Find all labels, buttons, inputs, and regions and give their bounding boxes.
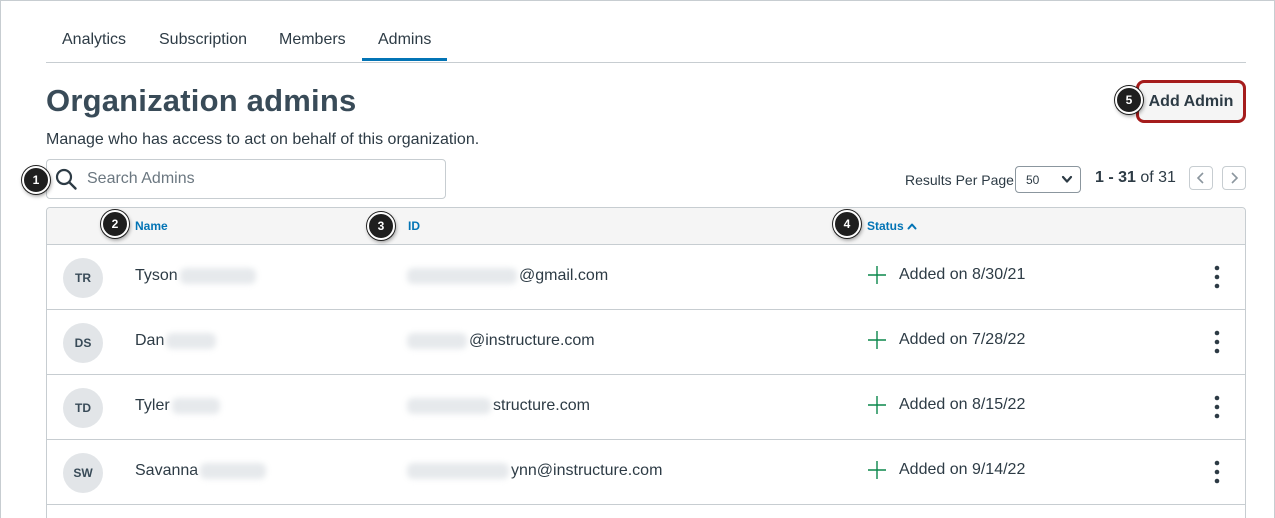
tab-members[interactable]: Members <box>279 31 346 49</box>
active-tab-indicator <box>362 58 447 61</box>
admin-name: Dan <box>135 332 217 350</box>
avatar: TD <box>63 388 103 428</box>
redacted-text <box>171 398 220 414</box>
next-page-button[interactable] <box>1222 166 1246 190</box>
admin-status: Added on 8/15/22 <box>867 395 1025 415</box>
previous-page-button[interactable] <box>1189 166 1213 190</box>
plus-icon <box>868 461 886 479</box>
admins-table: Name ID Status TR Tyson @gmail.com Added… <box>46 207 1246 518</box>
admin-name: Tyson <box>135 267 256 285</box>
kebab-icon <box>1214 460 1220 484</box>
tab-admins[interactable]: Admins <box>378 31 431 49</box>
search-field[interactable] <box>46 159 446 199</box>
add-admin-button[interactable]: Add Admin <box>1136 80 1246 123</box>
kebab-icon <box>1214 330 1220 354</box>
column-header-status[interactable]: Status <box>867 219 917 233</box>
plus-icon <box>868 331 886 349</box>
row-options-button[interactable] <box>1205 393 1229 421</box>
column-header-name[interactable]: Name <box>135 219 168 233</box>
admin-name: Savanna <box>135 462 267 480</box>
callout-marker: 2 <box>101 210 129 238</box>
tab-analytics[interactable]: Analytics <box>62 31 126 49</box>
admin-name: Tyler <box>135 397 220 415</box>
callout-marker: 4 <box>833 210 861 238</box>
callout-marker: 3 <box>367 212 395 240</box>
redacted-text <box>407 333 467 349</box>
avatar: TR <box>63 258 103 298</box>
plus-icon <box>868 396 886 414</box>
admin-id: @gmail.com <box>407 267 608 285</box>
redacted-text <box>179 268 256 284</box>
admin-id: structure.com <box>407 397 590 415</box>
row-options-button[interactable] <box>1205 263 1229 291</box>
admin-status: Added on 8/30/21 <box>867 265 1025 285</box>
tab-bar: Analytics Subscription Members Admins <box>46 0 1246 63</box>
plus-icon <box>868 266 886 284</box>
results-per-page-select[interactable]: 50 <box>1015 166 1081 193</box>
tab-subscription[interactable]: Subscription <box>159 31 247 49</box>
table-row: DS Dan @instructure.com Added on 7/28/22 <box>47 310 1245 375</box>
search-icon <box>55 168 77 190</box>
avatar: SW <box>63 453 103 493</box>
table-row: TR Tyson @gmail.com Added on 8/30/21 <box>47 245 1245 310</box>
chevron-up-icon <box>907 223 917 230</box>
results-range: 1 - 31 of 31 <box>1095 169 1176 186</box>
table-header: Name ID Status <box>47 208 1245 245</box>
page-title: Organization admins <box>46 83 357 118</box>
page-subtitle: Manage who has access to act on behalf o… <box>46 131 480 148</box>
column-header-id[interactable]: ID <box>408 219 420 233</box>
kebab-icon <box>1214 395 1220 419</box>
chevron-down-icon <box>1061 175 1073 183</box>
results-per-page-label: Results Per Page <box>905 172 1014 188</box>
redacted-text <box>200 463 267 479</box>
callout-marker: 1 <box>22 166 50 194</box>
avatar: DS <box>63 323 103 363</box>
admin-status: Added on 7/28/22 <box>867 330 1025 350</box>
admin-id: ynn@instructure.com <box>407 462 662 480</box>
search-input[interactable] <box>87 170 427 188</box>
chevron-right-icon <box>1231 172 1239 184</box>
table-row: TD Tyler structure.com Added on 8/15/22 <box>47 375 1245 440</box>
chevron-left-icon <box>1196 172 1204 184</box>
redacted-text <box>166 333 217 349</box>
results-per-page-value: 50 <box>1026 172 1040 187</box>
redacted-text <box>407 268 517 284</box>
callout-marker: 5 <box>1115 86 1143 114</box>
redacted-text <box>407 398 491 414</box>
row-options-button[interactable] <box>1205 328 1229 356</box>
table-row: SW Savanna ynn@instructure.com Added on … <box>47 440 1245 505</box>
kebab-icon <box>1214 265 1220 289</box>
admin-id: @instructure.com <box>407 332 595 350</box>
redacted-text <box>407 463 509 479</box>
row-options-button[interactable] <box>1205 458 1229 486</box>
admin-status: Added on 9/14/22 <box>867 460 1025 480</box>
